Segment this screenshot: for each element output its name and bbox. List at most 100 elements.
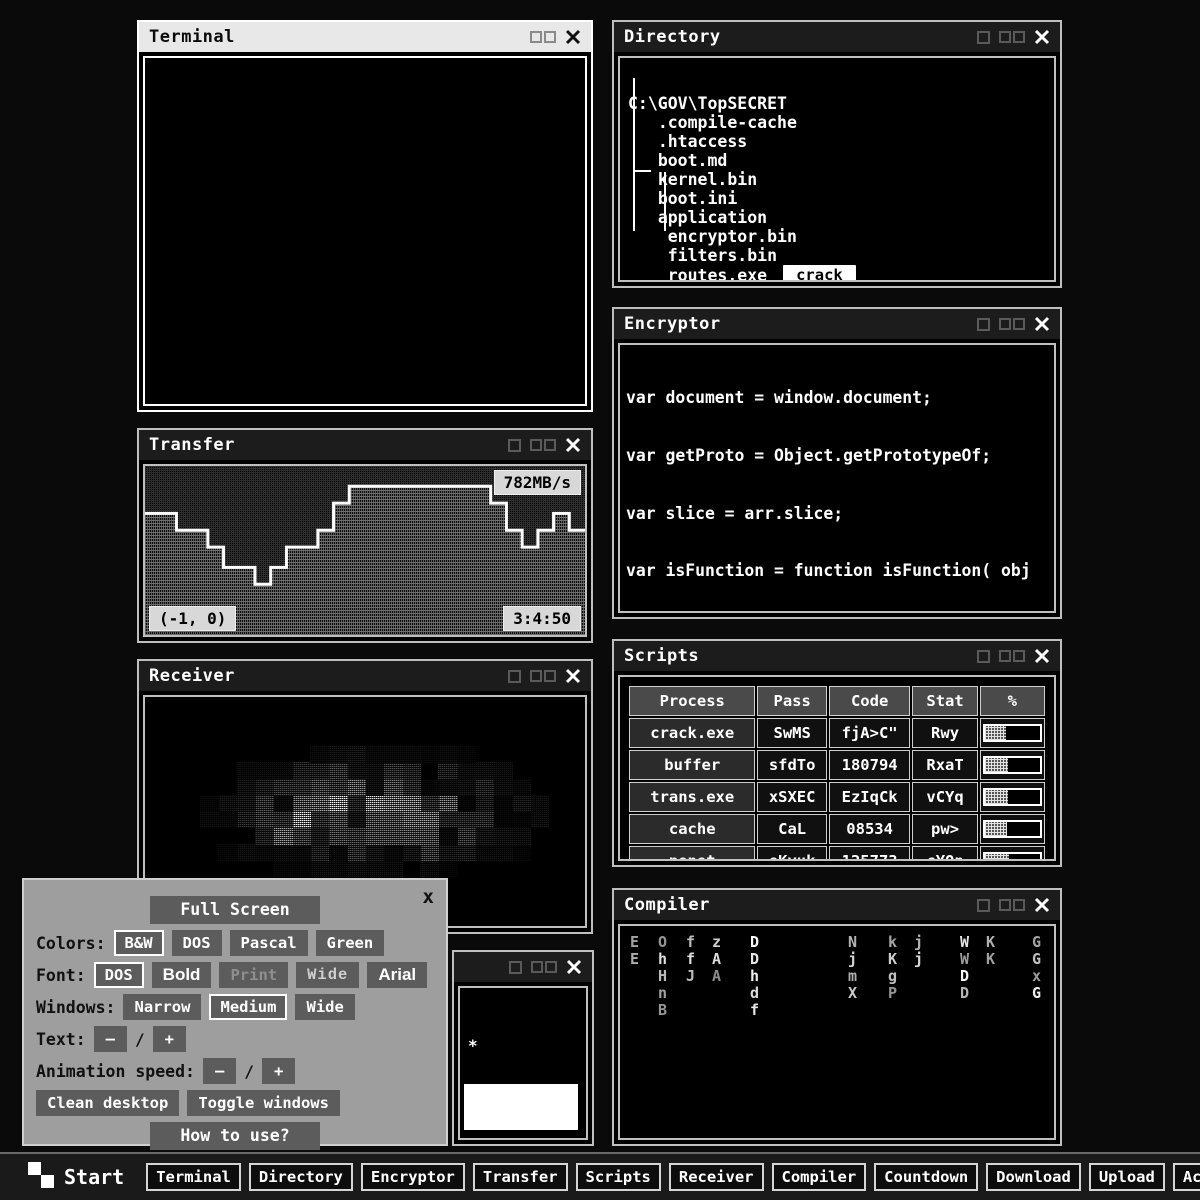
windows-option-narrow[interactable]: Narrow	[123, 994, 201, 1020]
color-option-bw[interactable]: B&W	[114, 930, 164, 956]
col-header-pass[interactable]: Pass	[757, 686, 826, 716]
taskbar-item-transfer[interactable]: Transfer	[473, 1163, 568, 1191]
taskbar-item-terminal[interactable]: Terminal	[146, 1163, 241, 1191]
color-option-pascal[interactable]: Pascal	[230, 930, 308, 956]
mosaic-pixel	[273, 828, 292, 845]
text-decrease-button[interactable]: –	[94, 1026, 127, 1052]
clean-desktop-button[interactable]: Clean desktop	[36, 1090, 179, 1116]
close-icon[interactable]	[565, 437, 581, 453]
restore-icon[interactable]	[999, 899, 1025, 912]
mosaic-pixel	[273, 861, 292, 878]
dir-entry[interactable]: encryptor.bin	[628, 227, 1054, 246]
window-scripts[interactable]: Scripts Process Pass Code Stat % crack.e…	[612, 639, 1062, 867]
table-row[interactable]: crack.exe SwMS fjA>C" Rwy	[629, 718, 1045, 748]
window-hidden-background[interactable]: *	[452, 950, 594, 1146]
font-option-dos[interactable]: DOS	[94, 962, 144, 988]
close-icon[interactable]	[566, 959, 582, 975]
dir-entry[interactable]: kernel.bin	[628, 170, 1054, 189]
restore-icon[interactable]	[530, 31, 556, 44]
settings-panel[interactable]: x Full Screen Colors: B&W DOS Pascal Gre…	[22, 878, 448, 1146]
close-icon[interactable]	[565, 29, 581, 45]
font-option-bold[interactable]: Bold	[152, 962, 212, 988]
titlebar-compiler[interactable]: Compiler	[614, 890, 1060, 920]
dir-root[interactable]: C:\GOV\TopSECRET	[628, 94, 1054, 113]
mosaic-pixel	[273, 812, 292, 829]
col-header-stat[interactable]: Stat	[912, 686, 977, 716]
color-option-dos[interactable]: DOS	[172, 930, 222, 956]
minimize-icon[interactable]	[508, 439, 521, 452]
dir-entry[interactable]: boot.md	[628, 151, 1054, 170]
minimize-icon[interactable]	[977, 318, 990, 331]
cell-percent	[980, 750, 1045, 780]
titlebar-encryptor[interactable]: Encryptor	[614, 309, 1060, 339]
minimize-icon[interactable]	[977, 31, 990, 44]
font-option-wide[interactable]: Wide	[296, 962, 359, 988]
titlebar-receiver[interactable]: Receiver	[139, 661, 591, 691]
mosaic-pixel	[438, 861, 457, 878]
taskbar-item-directory[interactable]: Directory	[249, 1163, 353, 1191]
titlebar-terminal[interactable]: Terminal	[139, 22, 591, 52]
titlebar-transfer[interactable]: Transfer	[139, 430, 591, 460]
close-icon[interactable]	[1034, 316, 1050, 332]
taskbar-item-receiver[interactable]: Receiver	[669, 1163, 764, 1191]
restore-icon[interactable]	[999, 650, 1025, 663]
col-header-process[interactable]: Process	[629, 686, 755, 716]
window-terminal[interactable]: Terminal	[137, 20, 593, 412]
restore-icon[interactable]	[530, 439, 556, 452]
crack-badge[interactable]: crack	[783, 265, 856, 282]
font-option-print[interactable]: Print	[219, 962, 288, 988]
titlebar-directory[interactable]: Directory	[614, 22, 1060, 52]
titlebar-hidden[interactable]	[454, 952, 592, 982]
start-button[interactable]: Start	[0, 1162, 146, 1192]
restore-icon[interactable]	[530, 670, 556, 683]
dir-entry[interactable]: boot.ini	[628, 189, 1054, 208]
toggle-windows-button[interactable]: Toggle windows	[187, 1090, 340, 1116]
full-screen-button[interactable]: Full Screen	[150, 896, 319, 924]
dir-entry-folder[interactable]: application	[628, 208, 1054, 227]
mosaic-pixel	[328, 762, 347, 779]
table-row[interactable]: penet eKyuk 125773 cYQn	[629, 846, 1045, 861]
taskbar-item-countdown[interactable]: Countdown	[874, 1163, 978, 1191]
cell-process: penet	[629, 846, 755, 861]
windows-option-medium[interactable]: Medium	[209, 994, 287, 1020]
close-icon[interactable]	[1034, 29, 1050, 45]
minimize-icon[interactable]	[508, 670, 521, 683]
animation-decrease-button[interactable]: –	[203, 1058, 236, 1084]
window-encryptor[interactable]: Encryptor var document = window.document…	[612, 307, 1062, 619]
col-header-code[interactable]: Code	[829, 686, 911, 716]
taskbar-item-compiler[interactable]: Compiler	[772, 1163, 867, 1191]
close-icon[interactable]	[565, 668, 581, 684]
text-increase-button[interactable]: +	[153, 1026, 186, 1052]
close-icon[interactable]	[1034, 897, 1050, 913]
taskbar-item-encryptor[interactable]: Encryptor	[361, 1163, 465, 1191]
dir-entry[interactable]: .htaccess	[628, 132, 1054, 151]
taskbar-item-upload[interactable]: Upload	[1089, 1163, 1165, 1191]
close-icon[interactable]	[1034, 648, 1050, 664]
taskbar-item-access[interactable]: Access	[1173, 1163, 1200, 1191]
window-directory[interactable]: Directory C:\GOV\TopSECRET .compile-cach…	[612, 20, 1062, 288]
minimize-icon[interactable]	[977, 650, 990, 663]
windows-option-wide[interactable]: Wide	[295, 994, 354, 1020]
restore-icon[interactable]	[999, 31, 1025, 44]
table-row[interactable]: cache CaL 08534 pw>	[629, 814, 1045, 844]
dir-entry[interactable]: routes.exe crack	[628, 265, 1054, 282]
taskbar-item-scripts[interactable]: Scripts	[576, 1163, 661, 1191]
color-option-green[interactable]: Green	[316, 930, 385, 956]
restore-icon[interactable]	[531, 961, 557, 974]
titlebar-scripts[interactable]: Scripts	[614, 641, 1060, 671]
window-compiler[interactable]: Compiler EE OhHnB ffJ zAA DDhdf NjmX kKgP jj WWD…	[612, 888, 1062, 1146]
table-row[interactable]: trans.exe xSXEC EzIqCk vCYq	[629, 782, 1045, 812]
minimize-icon[interactable]	[977, 899, 990, 912]
table-row[interactable]: buffer sfdTo 180794 RxaT	[629, 750, 1045, 780]
restore-icon[interactable]	[999, 318, 1025, 331]
window-transfer[interactable]: Transfer 782MB/s (-1, 0) 3:4:50	[137, 428, 593, 643]
close-icon[interactable]: x	[423, 886, 434, 908]
minimize-icon[interactable]	[509, 961, 522, 974]
dir-entry[interactable]: filters.bin	[628, 246, 1054, 265]
col-header-percent[interactable]: %	[980, 686, 1045, 716]
dir-entry[interactable]: .compile-cache	[628, 113, 1054, 132]
how-to-use-button[interactable]: How to use?	[150, 1122, 319, 1150]
animation-increase-button[interactable]: +	[262, 1058, 295, 1084]
font-option-arial[interactable]: Arial	[367, 962, 427, 988]
taskbar-item-download[interactable]: Download	[986, 1163, 1081, 1191]
